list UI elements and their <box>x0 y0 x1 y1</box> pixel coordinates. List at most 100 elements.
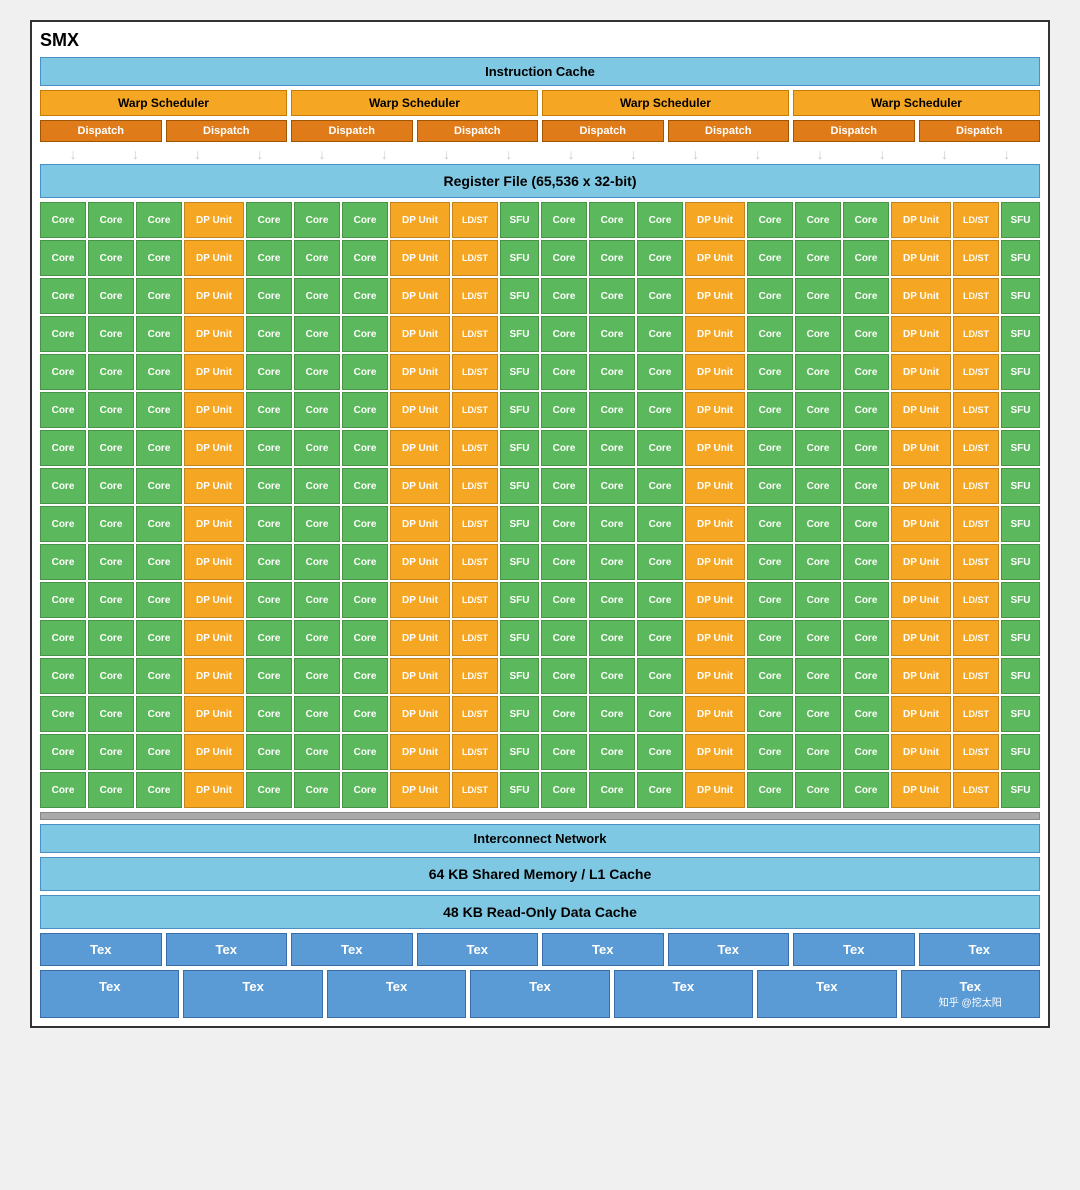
cell-r9-c19: SFU <box>1001 544 1040 580</box>
cell-r3-c15: Core <box>795 316 841 352</box>
cell-r10-c19: SFU <box>1001 582 1040 618</box>
cell-r11-c12: Core <box>637 620 683 656</box>
cell-r2-c17: DP Unit <box>891 278 951 314</box>
cell-r9-c5: Core <box>294 544 340 580</box>
cell-r1-c5: Core <box>294 240 340 276</box>
cell-r13-c11: Core <box>589 696 635 732</box>
cell-r11-c4: Core <box>246 620 292 656</box>
cell-r10-c13: DP Unit <box>685 582 745 618</box>
cell-r6-c18: LD/ST <box>953 430 999 466</box>
cell-r3-c9: SFU <box>500 316 539 352</box>
cell-r1-c8: LD/ST <box>452 240 498 276</box>
cell-r1-c12: Core <box>637 240 683 276</box>
cell-r15-c4: Core <box>246 772 292 808</box>
cell-r11-c6: Core <box>342 620 388 656</box>
cell-r8-c15: Core <box>795 506 841 542</box>
cell-r1-c18: LD/ST <box>953 240 999 276</box>
cell-r7-c2: Core <box>136 468 182 504</box>
cell-r15-c3: DP Unit <box>184 772 244 808</box>
cell-r0-c1: Core <box>88 202 134 238</box>
cell-r7-c14: Core <box>747 468 793 504</box>
cell-r13-c15: Core <box>795 696 841 732</box>
cell-r4-c8: LD/ST <box>452 354 498 390</box>
cell-r8-c12: Core <box>637 506 683 542</box>
cell-r9-c15: Core <box>795 544 841 580</box>
cell-r13-c0: Core <box>40 696 86 732</box>
cell-r6-c7: DP Unit <box>390 430 450 466</box>
cell-r0-c8: LD/ST <box>452 202 498 238</box>
cell-r13-c1: Core <box>88 696 134 732</box>
cell-r10-c5: Core <box>294 582 340 618</box>
cell-r3-c18: LD/ST <box>953 316 999 352</box>
cell-r0-c12: Core <box>637 202 683 238</box>
cell-r12-c11: Core <box>589 658 635 694</box>
cell-r3-c13: DP Unit <box>685 316 745 352</box>
cell-r1-c14: Core <box>747 240 793 276</box>
cell-r14-c3: DP Unit <box>184 734 244 770</box>
cell-r15-c17: DP Unit <box>891 772 951 808</box>
cell-r10-c7: DP Unit <box>390 582 450 618</box>
cell-r4-c5: Core <box>294 354 340 390</box>
arrow-16: ↓ <box>1003 146 1010 162</box>
cell-r1-c17: DP Unit <box>891 240 951 276</box>
cell-r12-c7: DP Unit <box>390 658 450 694</box>
cell-r8-c7: DP Unit <box>390 506 450 542</box>
cell-r4-c4: Core <box>246 354 292 390</box>
cell-r1-c4: Core <box>246 240 292 276</box>
cell-r15-c10: Core <box>541 772 587 808</box>
tex-unit-r2-2: Tex <box>327 970 466 1018</box>
arrow-11: ↓ <box>692 146 699 162</box>
cell-r13-c14: Core <box>747 696 793 732</box>
arrow-9: ↓ <box>568 146 575 162</box>
cell-r6-c12: Core <box>637 430 683 466</box>
cell-r5-c0: Core <box>40 392 86 428</box>
cell-r10-c9: SFU <box>500 582 539 618</box>
cell-r1-c16: Core <box>843 240 889 276</box>
smx-container: SMX Instruction Cache Warp Scheduler War… <box>30 20 1050 1028</box>
tex-unit-r1-4: Tex <box>542 933 664 966</box>
tex-row-1: TexTexTexTexTexTexTexTex <box>40 933 1040 966</box>
core-row-14: CoreCoreCoreDP UnitCoreCoreCoreDP UnitLD… <box>40 734 1040 770</box>
dispatch-2: Dispatch <box>166 120 288 142</box>
cell-r8-c17: DP Unit <box>891 506 951 542</box>
cell-r9-c12: Core <box>637 544 683 580</box>
cell-r6-c16: Core <box>843 430 889 466</box>
cell-r1-c0: Core <box>40 240 86 276</box>
cell-r6-c1: Core <box>88 430 134 466</box>
cell-r1-c9: SFU <box>500 240 539 276</box>
cell-r3-c16: Core <box>843 316 889 352</box>
cell-r5-c12: Core <box>637 392 683 428</box>
cell-r14-c15: Core <box>795 734 841 770</box>
cell-r12-c1: Core <box>88 658 134 694</box>
cell-r6-c10: Core <box>541 430 587 466</box>
cell-r10-c4: Core <box>246 582 292 618</box>
cell-r4-c6: Core <box>342 354 388 390</box>
cell-r11-c3: DP Unit <box>184 620 244 656</box>
cell-r8-c9: SFU <box>500 506 539 542</box>
cell-r12-c14: Core <box>747 658 793 694</box>
cell-r4-c13: DP Unit <box>685 354 745 390</box>
cell-r2-c11: Core <box>589 278 635 314</box>
cell-r3-c8: LD/ST <box>452 316 498 352</box>
arrow-14: ↓ <box>879 146 886 162</box>
cell-r13-c9: SFU <box>500 696 539 732</box>
warp-scheduler-4: Warp Scheduler <box>793 90 1040 116</box>
cell-r11-c16: Core <box>843 620 889 656</box>
cell-r7-c5: Core <box>294 468 340 504</box>
warp-scheduler-1: Warp Scheduler <box>40 90 287 116</box>
cell-r12-c10: Core <box>541 658 587 694</box>
cell-r10-c12: Core <box>637 582 683 618</box>
cell-r2-c13: DP Unit <box>685 278 745 314</box>
cell-r4-c12: Core <box>637 354 683 390</box>
cell-r0-c4: Core <box>246 202 292 238</box>
cell-r8-c11: Core <box>589 506 635 542</box>
cell-r3-c3: DP Unit <box>184 316 244 352</box>
cell-r12-c8: LD/ST <box>452 658 498 694</box>
cell-r7-c16: Core <box>843 468 889 504</box>
tex-unit-r1-2: Tex <box>291 933 413 966</box>
cell-r9-c18: LD/ST <box>953 544 999 580</box>
section-divider <box>40 812 1040 820</box>
cell-r7-c17: DP Unit <box>891 468 951 504</box>
cell-r13-c13: DP Unit <box>685 696 745 732</box>
cell-r9-c10: Core <box>541 544 587 580</box>
